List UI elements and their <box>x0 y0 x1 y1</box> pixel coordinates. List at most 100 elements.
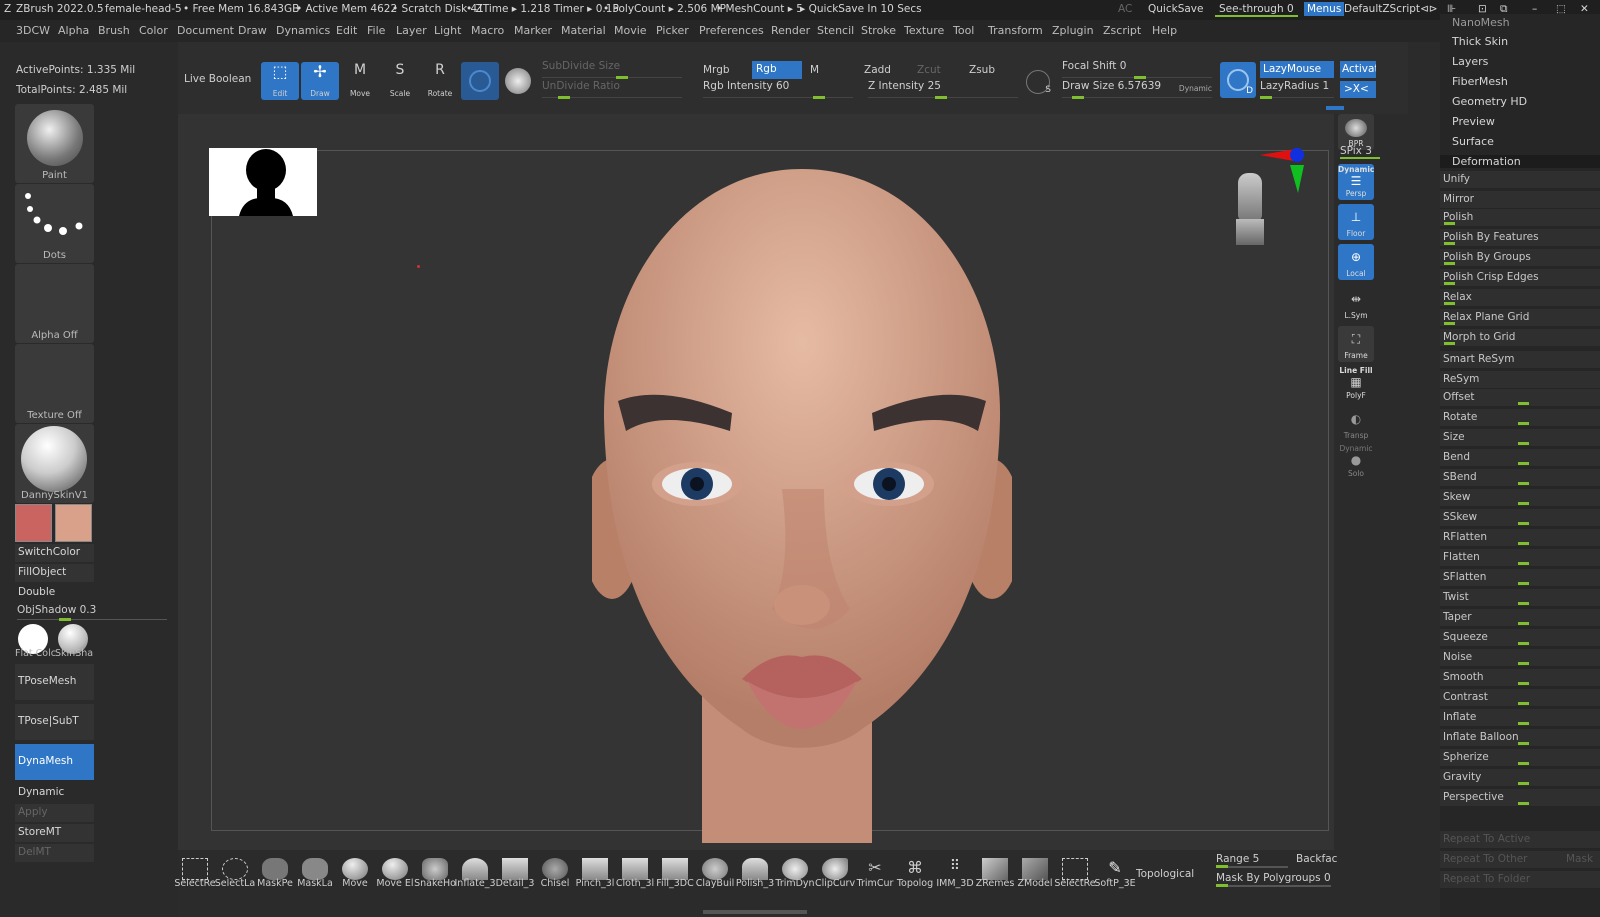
layout-icon[interactable]: ⊲⊳ <box>1420 3 1438 15</box>
menu-help[interactable]: Help <box>1152 24 1177 37</box>
deformation-item[interactable]: Polish Crisp Edges <box>1440 269 1600 287</box>
zsub-button[interactable]: Zsub <box>969 64 995 76</box>
menus-button[interactable]: Menus <box>1304 2 1345 16</box>
apply-button[interactable]: Apply <box>15 804 94 822</box>
brush-claybuildup[interactable]: ClayBuil <box>696 850 734 906</box>
geometry-hd-header[interactable]: Geometry HD <box>1452 95 1527 108</box>
see-through-slider[interactable]: See-through 0 <box>1215 3 1298 17</box>
menu-macro[interactable]: Macro <box>471 24 504 37</box>
menu-document[interactable]: Document <box>177 24 234 37</box>
dynamic-button[interactable]: Dynamic <box>15 784 94 802</box>
live-boolean-button[interactable]: Live Boolean <box>184 73 251 85</box>
brush-detail[interactable]: Detail_3 <box>496 850 534 906</box>
deformation-item[interactable]: Smooth <box>1440 669 1600 687</box>
deformation-item[interactable]: SBend <box>1440 469 1600 487</box>
deformation-item[interactable]: Offset <box>1440 389 1600 407</box>
topological-button[interactable]: Topological <box>1136 868 1194 880</box>
edit-button[interactable]: ⬚ Edit <box>261 62 299 100</box>
spix-slider[interactable]: SPix 3 <box>1340 145 1380 159</box>
deformation-item[interactable]: Relax Plane Grid <box>1440 309 1600 327</box>
deformation-item[interactable]: Skew <box>1440 489 1600 507</box>
material-preview-icon[interactable] <box>505 68 531 94</box>
deformation-item[interactable]: Relax <box>1440 289 1600 307</box>
obj-shadow-slider[interactable]: ObjShadow 0.3 <box>17 604 167 621</box>
deformation-item[interactable]: Taper <box>1440 609 1600 627</box>
tpose-subt-button[interactable]: TPose|SubT <box>15 704 94 740</box>
lazymouse-d-button[interactable]: D <box>1220 62 1256 98</box>
mrgb-button[interactable]: Mrgb <box>703 64 730 76</box>
symmetry-s-icon[interactable]: S <box>1026 70 1051 95</box>
brush-imm[interactable]: ⠿ IMM_3D <box>936 850 974 906</box>
dynamesh-button[interactable]: DynaMesh <box>15 744 94 780</box>
quicksave-button[interactable]: QuickSave <box>1148 3 1203 15</box>
brush-clipcurve[interactable]: ClipCurv <box>815 850 855 906</box>
double-button[interactable]: Double <box>15 584 94 602</box>
activate-button[interactable]: Activat <box>1340 61 1376 78</box>
brush-pinch[interactable]: Pinch_3l <box>576 850 614 906</box>
deformation-item[interactable]: Inflate Balloon <box>1440 729 1600 747</box>
layers-header[interactable]: Layers <box>1452 55 1488 68</box>
repeat-to-folder-button[interactable]: Repeat To Folder <box>1440 871 1600 889</box>
brush-zmodeler[interactable]: ZModel <box>1016 850 1054 906</box>
deformation-item[interactable]: Polish <box>1440 209 1600 227</box>
deformation-item[interactable]: Smart ReSym <box>1440 351 1600 369</box>
lsym-button[interactable]: ⇹ L.Sym <box>1338 286 1374 322</box>
menu-dynamics[interactable]: Dynamics <box>276 24 330 37</box>
menu-stencil[interactable]: Stencil <box>817 24 854 37</box>
range-slider[interactable]: Range 5 <box>1216 853 1288 868</box>
symmetry-x-button[interactable]: >X< <box>1340 81 1376 98</box>
menu-zscript[interactable]: Zscript <box>1103 24 1141 37</box>
default-zscript-button[interactable]: DefaultZScript <box>1344 3 1420 15</box>
backface-button[interactable]: Backfac <box>1296 853 1337 865</box>
zcut-button[interactable]: Zcut <box>917 64 941 76</box>
brush-chisel[interactable]: Chisel <box>536 850 574 906</box>
draw-size-slider[interactable]: Draw Size 6.57639 Dynamic <box>1062 80 1212 99</box>
brush-inflate[interactable]: Inflate_3 <box>455 850 496 906</box>
deformation-item[interactable]: Flatten <box>1440 549 1600 567</box>
z-intensity-slider[interactable]: Z Intensity 25 <box>868 80 1018 99</box>
brush-fill[interactable]: Fill_3DC <box>656 850 694 906</box>
lazymouse-button[interactable]: LazyMouse <box>1260 61 1334 78</box>
female-head-model[interactable] <box>592 169 1012 843</box>
surface-header[interactable]: Surface <box>1452 135 1494 148</box>
brush-move-elastic[interactable]: Move El <box>376 850 414 906</box>
brush-selectrect[interactable]: SelectRe <box>174 850 216 906</box>
menu-zplugin[interactable]: Zplugin <box>1052 24 1094 37</box>
menu-preferences[interactable]: Preferences <box>699 24 764 37</box>
bottom-tray-handle[interactable] <box>703 910 807 914</box>
solo-button[interactable]: Dynamic ● Solo <box>1338 444 1374 480</box>
menu-file[interactable]: File <box>367 24 385 37</box>
polyframe-button[interactable] <box>461 62 499 100</box>
deformation-header[interactable]: Deformation <box>1440 155 1600 168</box>
polyf-button[interactable]: Line Fill ▦ PolyF <box>1338 366 1374 402</box>
nanomesh-header[interactable]: NanoMesh <box>1452 16 1510 29</box>
menu-alpha[interactable]: Alpha <box>58 24 89 37</box>
brush-polish[interactable]: Polish_3 <box>736 850 774 906</box>
deformation-item[interactable]: RFlatten <box>1440 529 1600 547</box>
menu-light[interactable]: Light <box>434 24 461 37</box>
frame-button[interactable]: ⛶ Frame <box>1338 326 1374 362</box>
menu-3dcw[interactable]: 3DCW <box>16 24 50 37</box>
repeat-to-other-button[interactable]: Repeat To Other Mask <box>1440 851 1600 869</box>
deformation-item[interactable]: Contrast <box>1440 689 1600 707</box>
zadd-button[interactable]: Zadd <box>864 64 891 76</box>
m-button[interactable]: M <box>810 64 819 76</box>
menu-material[interactable]: Material <box>561 24 606 37</box>
deformation-item[interactable]: Bend <box>1440 449 1600 467</box>
brush-selectrect-2[interactable]: SelectRe <box>1054 850 1096 906</box>
store-mt-button[interactable]: StoreMT <box>15 824 94 842</box>
deformation-item[interactable]: Gravity <box>1440 769 1600 787</box>
menu-render[interactable]: Render <box>771 24 810 37</box>
menu-brush[interactable]: Brush <box>98 24 130 37</box>
menu-color[interactable]: Color <box>139 24 168 37</box>
main-color-swatch[interactable] <box>15 504 52 542</box>
brush-trimdynamic[interactable]: TrimDyn <box>775 850 815 906</box>
brush-topology[interactable]: ⌘ Topolog <box>896 850 934 906</box>
deformation-item[interactable]: Unify <box>1440 171 1600 189</box>
repeat-to-active-button[interactable]: Repeat To Active <box>1440 831 1600 849</box>
deformation-item[interactable]: Inflate <box>1440 709 1600 727</box>
deformation-item[interactable]: Polish By Groups <box>1440 249 1600 267</box>
deformation-item[interactable]: Mirror <box>1440 191 1600 209</box>
secondary-color-swatch[interactable] <box>55 504 92 542</box>
mask-by-polygroups-slider[interactable]: Mask By Polygroups 0 <box>1216 872 1331 887</box>
